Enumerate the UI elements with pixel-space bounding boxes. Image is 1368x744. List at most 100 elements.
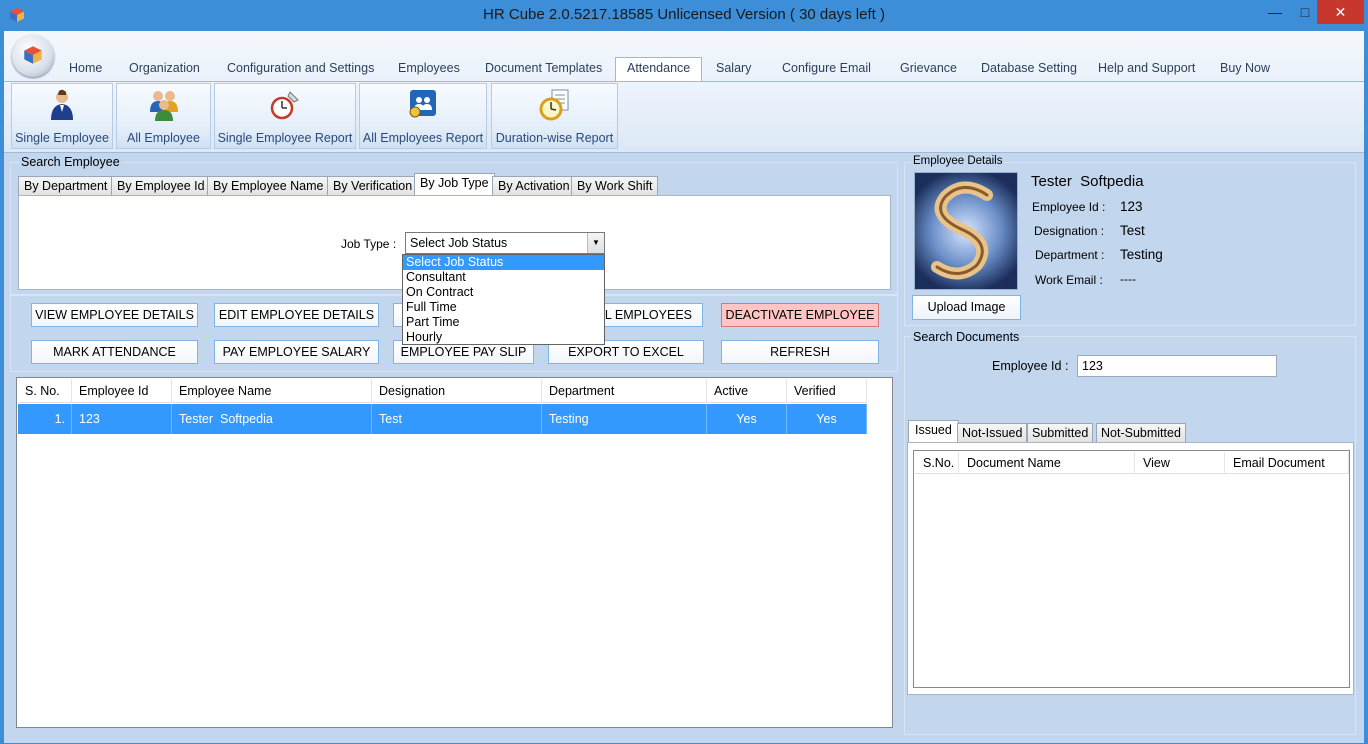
job-type-label: Job Type :	[341, 237, 397, 251]
ribbon-tab-grievance[interactable]: Grievance	[898, 58, 959, 80]
app-cube-icon	[24, 46, 42, 64]
table-row-designation[interactable]: Test	[372, 404, 542, 434]
employee-photo-image	[931, 181, 993, 280]
table-row-sno[interactable]: 1.	[18, 404, 72, 434]
column-header-employee-name[interactable]: Employee Name	[172, 379, 372, 403]
view-employee-details-button[interactable]: VIEW EMPLOYEE DETAILS	[31, 303, 198, 327]
single-employee-report-label: Single Employee Report	[217, 131, 353, 145]
ribbon-tab-configuration[interactable]: Configuration and Settings	[225, 58, 376, 80]
single-report-icon	[270, 91, 299, 120]
ribbon-tab-employees[interactable]: Employees	[396, 58, 462, 80]
all-report-icon	[409, 90, 436, 118]
column-header-active[interactable]: Active	[707, 379, 787, 403]
doc-column-header-document-name[interactable]: Document Name	[959, 452, 1135, 474]
ribbon-tab-organization[interactable]: Organization	[127, 58, 202, 80]
ribbon: Home Organization Configuration and Sett…	[4, 31, 1364, 153]
department-label: Department :	[1035, 248, 1105, 262]
doc-column-header-view[interactable]: View	[1135, 452, 1225, 474]
job-type-option-part-time[interactable]: Part Time	[403, 315, 604, 330]
chevron-down-icon[interactable]: ▼	[587, 233, 604, 253]
table-row-department[interactable]: Testing	[542, 404, 707, 434]
tab-by-activation[interactable]: By Activation	[492, 176, 576, 196]
column-header-designation[interactable]: Designation	[372, 379, 542, 403]
tab-by-department[interactable]: By Department	[18, 176, 114, 196]
tab-not-submitted[interactable]: Not-Submitted	[1096, 423, 1186, 443]
tab-by-work-shift[interactable]: By Work Shift	[571, 176, 659, 196]
single-employee-label: Single Employee	[15, 131, 109, 145]
ribbon-tab-help-support[interactable]: Help and Support	[1096, 58, 1197, 80]
employee-photo	[914, 172, 1018, 290]
search-employee-label: Search Employee	[19, 155, 122, 169]
designation-label: Designation :	[1034, 224, 1105, 238]
ribbon-panel: Single Employee All Employee Single Empl…	[4, 81, 1364, 151]
ribbon-tab-attendance[interactable]: Attendance	[615, 57, 703, 82]
single-employee-report-button[interactable]: Single Employee Report	[214, 83, 356, 149]
job-type-option-on-contract[interactable]: On Contract	[403, 285, 604, 300]
ribbon-tab-salary[interactable]: Salary	[714, 58, 753, 80]
ribbon-tab-configure-email[interactable]: Configure Email	[780, 58, 873, 80]
ribbon-tab-document-templates[interactable]: Document Templates	[483, 58, 604, 80]
ribbon-tab-home[interactable]: Home	[67, 58, 104, 80]
column-header-sno[interactable]: S. No.	[18, 379, 72, 403]
pay-employee-salary-button[interactable]: PAY EMPLOYEE SALARY	[214, 340, 379, 364]
tab-issued[interactable]: Issued	[908, 420, 959, 443]
duration-report-icon	[539, 89, 568, 121]
table-row-employee-id[interactable]: 123	[72, 404, 172, 434]
mark-attendance-button[interactable]: MARK ATTENDANCE	[31, 340, 198, 364]
application-menu-button[interactable]	[12, 35, 54, 77]
all-employee-button[interactable]: All Employee	[116, 83, 211, 149]
tab-not-issued[interactable]: Not-Issued	[957, 423, 1028, 443]
job-type-option-hourly[interactable]: Hourly	[403, 330, 604, 345]
upload-image-button[interactable]: Upload Image	[912, 295, 1021, 320]
single-employee-icon	[51, 89, 73, 120]
ribbon-tab-buy-now[interactable]: Buy Now	[1218, 58, 1272, 80]
ribbon-tab-database-setting[interactable]: Database Setting	[979, 58, 1079, 80]
duration-wise-report-label: Duration-wise Report	[495, 131, 614, 145]
main-area: Search Employee By Department By Employe…	[4, 153, 1364, 743]
table-row-verified[interactable]: Yes	[787, 404, 867, 434]
window-title: HR Cube 2.0.5217.18585 Unlicensed Versio…	[483, 6, 885, 23]
job-type-option-consultant[interactable]: Consultant	[403, 270, 604, 285]
work-email-label: Work Email :	[1035, 273, 1103, 287]
maximize-button[interactable]: □	[1292, 0, 1318, 24]
job-type-selected-value: Select Job Status	[410, 236, 508, 250]
job-type-option-full-time[interactable]: Full Time	[403, 300, 604, 315]
close-button[interactable]: ✕	[1317, 0, 1364, 24]
job-type-option-select[interactable]: Select Job Status	[403, 255, 604, 270]
all-employees-report-label: All Employees Report	[362, 131, 484, 145]
designation-value: Test	[1120, 223, 1145, 238]
employee-name-display: Tester Softpedia	[1031, 173, 1144, 190]
column-header-employee-id[interactable]: Employee Id	[72, 379, 172, 403]
deactivate-employee-button[interactable]: DEACTIVATE EMPLOYEE	[721, 303, 879, 327]
tab-by-job-type[interactable]: By Job Type	[414, 173, 495, 196]
tab-by-employee-name[interactable]: By Employee Name	[207, 176, 330, 196]
refresh-button[interactable]: REFRESH	[721, 340, 879, 364]
job-type-dropdown-list: Select Job Status Consultant On Contract…	[402, 254, 605, 345]
duration-wise-report-button[interactable]: Duration-wise Report	[491, 83, 618, 149]
column-header-verified[interactable]: Verified	[787, 379, 867, 403]
employee-id-value: 123	[1120, 199, 1143, 214]
department-value: Testing	[1120, 247, 1163, 262]
work-email-value: ----	[1120, 272, 1136, 286]
employee-id-label: Employee Id :	[1032, 200, 1106, 214]
column-header-department[interactable]: Department	[542, 379, 707, 403]
doc-column-header-email-document[interactable]: Email Document	[1225, 452, 1349, 474]
minimize-button[interactable]: —	[1262, 0, 1288, 24]
tab-by-verification[interactable]: By Verification	[327, 176, 419, 196]
document-employee-id-label: Employee Id :	[992, 359, 1069, 373]
all-employees-report-button[interactable]: All Employees Report	[359, 83, 487, 149]
table-row-active[interactable]: Yes	[707, 404, 787, 434]
edit-employee-details-button[interactable]: EDIT EMPLOYEE DETAILS	[214, 303, 379, 327]
documents-grid: S.No. Document Name View Email Document	[913, 450, 1350, 688]
single-employee-button[interactable]: Single Employee	[11, 83, 113, 149]
employee-grid: S. No. Employee Id Employee Name Designa…	[16, 377, 893, 728]
tab-by-employee-id[interactable]: By Employee Id	[111, 176, 211, 196]
all-employee-label: All Employee	[127, 131, 200, 145]
table-row-employee-name[interactable]: Tester Softpedia	[172, 404, 372, 434]
all-employee-icon	[149, 91, 178, 121]
doc-column-header-sno[interactable]: S.No.	[915, 452, 959, 474]
job-type-select[interactable]: Select Job Status ▼	[405, 232, 605, 254]
document-employee-id-input[interactable]: 123	[1077, 355, 1277, 377]
employee-details-label: Employee Details	[911, 155, 1005, 167]
tab-submitted[interactable]: Submitted	[1027, 423, 1094, 443]
